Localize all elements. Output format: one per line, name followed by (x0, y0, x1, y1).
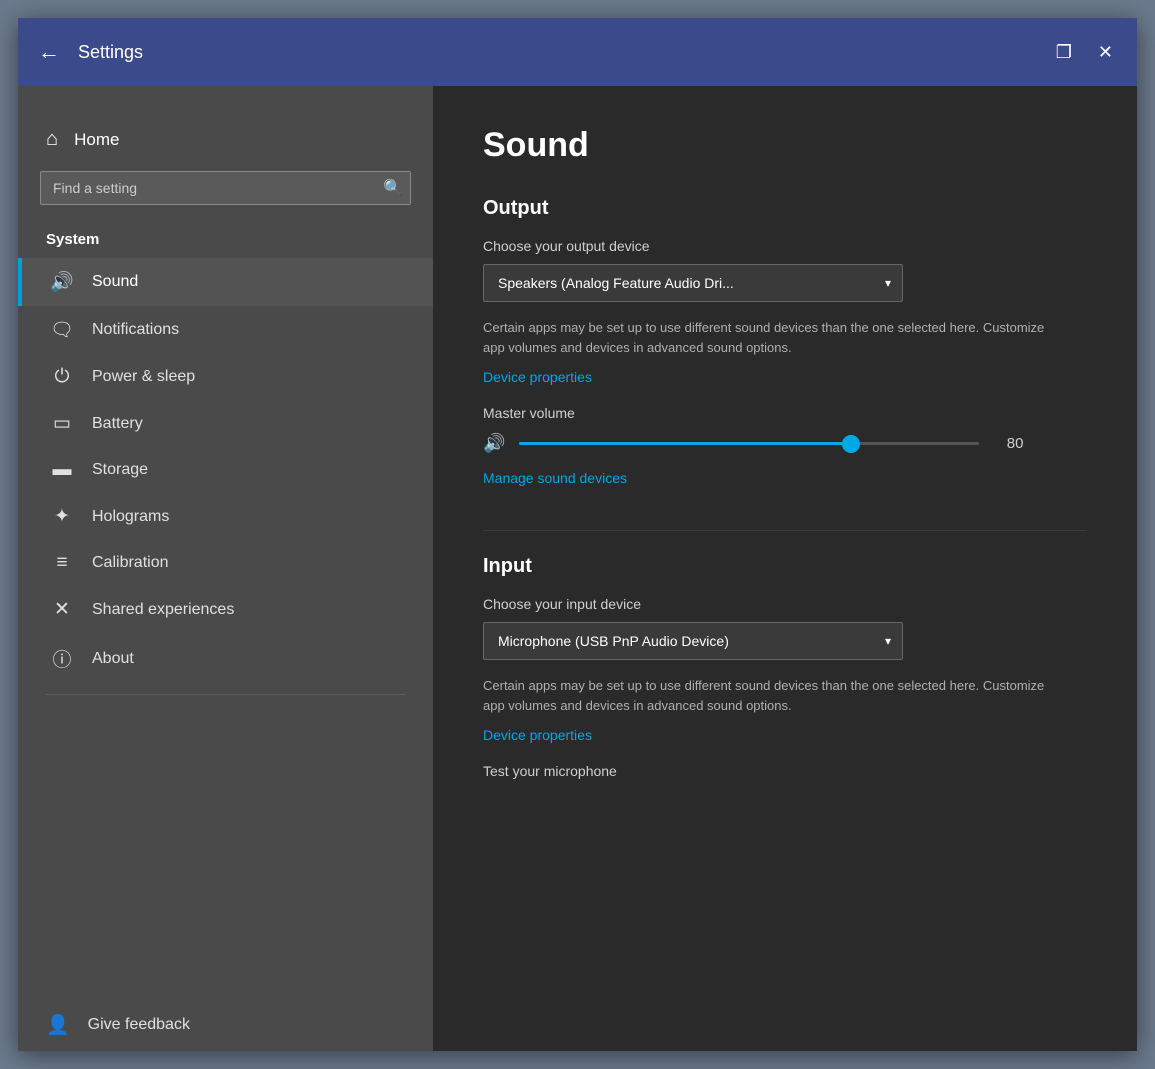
sidebar-about-label: About (92, 650, 134, 668)
sidebar: ⌂ Home 🔍 System 🔊 Sound 🗨 Notifications (18, 86, 433, 1051)
volume-thumb[interactable] (842, 435, 860, 453)
sidebar-item-about[interactable]: ⓘ About (18, 633, 433, 684)
test-microphone-label: Test your microphone (483, 763, 1087, 779)
sidebar-home-label: Home (74, 130, 119, 150)
sidebar-item-storage[interactable]: ▬ Storage (18, 447, 433, 493)
input-device-properties-link[interactable]: Device properties (483, 727, 592, 743)
sidebar-calibration-label: Calibration (92, 554, 168, 572)
sidebar-battery-label: Battery (92, 415, 143, 433)
input-device-label: Choose your input device (483, 596, 1087, 612)
sidebar-holograms-label: Holograms (92, 508, 169, 526)
sidebar-item-shared[interactable]: ✕ Shared experiences (18, 586, 433, 633)
storage-icon: ▬ (50, 459, 74, 481)
back-button[interactable]: ← (38, 41, 60, 63)
window-title: Settings (78, 42, 1052, 63)
input-device-dropdown[interactable]: Microphone (USB PnP Audio Device) (483, 622, 903, 660)
calibration-icon: ≡ (50, 552, 74, 574)
sidebar-item-battery[interactable]: ▭ Battery (18, 400, 433, 447)
system-section-label: System (18, 225, 433, 258)
shared-icon: ✕ (50, 598, 74, 621)
content-area: ⌂ Home 🔍 System 🔊 Sound 🗨 Notifications (18, 86, 1137, 1051)
volume-speaker-icon: 🔊 (483, 433, 505, 454)
close-button[interactable]: ✕ (1094, 39, 1117, 65)
section-divider (483, 530, 1087, 531)
window-controls: ❐ ✕ (1052, 39, 1117, 65)
output-section-title: Output (483, 197, 1087, 220)
search-button[interactable]: 🔍 (383, 178, 403, 198)
sound-icon: 🔊 (50, 270, 74, 294)
about-icon: ⓘ (50, 645, 74, 672)
feedback-icon: 👤 (46, 1013, 70, 1037)
search-input[interactable] (40, 171, 411, 205)
sidebar-item-holograms[interactable]: ✦ Holograms (18, 493, 433, 540)
notifications-icon: 🗨 (50, 318, 74, 342)
sidebar-storage-label: Storage (92, 461, 148, 479)
home-icon: ⌂ (46, 128, 58, 151)
sidebar-notifications-label: Notifications (92, 321, 179, 339)
output-device-dropdown[interactable]: Speakers (Analog Feature Audio Dri... (483, 264, 903, 302)
volume-label: Master volume (483, 405, 1087, 421)
output-device-label: Choose your output device (483, 238, 1087, 254)
sidebar-item-home[interactable]: ⌂ Home (18, 116, 433, 163)
battery-icon: ▭ (50, 412, 74, 435)
settings-window: ← Settings ❐ ✕ ⌂ Home 🔍 System 🔊 (18, 18, 1137, 1051)
feedback-label: Give feedback (88, 1016, 190, 1034)
power-icon: ⏻ (50, 366, 74, 388)
volume-value: 80 (993, 435, 1023, 452)
sidebar-item-calibration[interactable]: ≡ Calibration (18, 540, 433, 586)
volume-track (519, 442, 979, 445)
sidebar-sound-label: Sound (92, 273, 138, 291)
sidebar-power-label: Power & sleep (92, 368, 195, 386)
restore-button[interactable]: ❐ (1052, 39, 1076, 65)
volume-slider[interactable] (519, 434, 979, 454)
volume-fill (519, 442, 850, 445)
holograms-icon: ✦ (50, 505, 74, 528)
input-device-dropdown-wrapper: Microphone (USB PnP Audio Device) ▾ (483, 622, 903, 660)
sidebar-divider (46, 694, 405, 695)
sidebar-item-sound[interactable]: 🔊 Sound (18, 258, 433, 306)
output-device-dropdown-wrapper: Speakers (Analog Feature Audio Dri... ▾ (483, 264, 903, 302)
sidebar-shared-label: Shared experiences (92, 601, 234, 619)
titlebar: ← Settings ❐ ✕ (18, 18, 1137, 86)
page-title: Sound (483, 126, 1087, 165)
input-section-title: Input (483, 555, 1087, 578)
search-container: 🔍 (40, 171, 411, 205)
main-panel: Sound Output Choose your output device S… (433, 86, 1137, 1051)
manage-sound-devices-link[interactable]: Manage sound devices (483, 470, 627, 486)
output-device-properties-link[interactable]: Device properties (483, 369, 592, 385)
input-info-text: Certain apps may be set up to use differ… (483, 676, 1063, 715)
output-info-text: Certain apps may be set up to use differ… (483, 318, 1063, 357)
sidebar-feedback[interactable]: 👤 Give feedback (18, 999, 433, 1051)
volume-row: 🔊 80 (483, 433, 1087, 454)
sidebar-item-notifications[interactable]: 🗨 Notifications (18, 306, 433, 354)
sidebar-item-power[interactable]: ⏻ Power & sleep (18, 354, 433, 400)
